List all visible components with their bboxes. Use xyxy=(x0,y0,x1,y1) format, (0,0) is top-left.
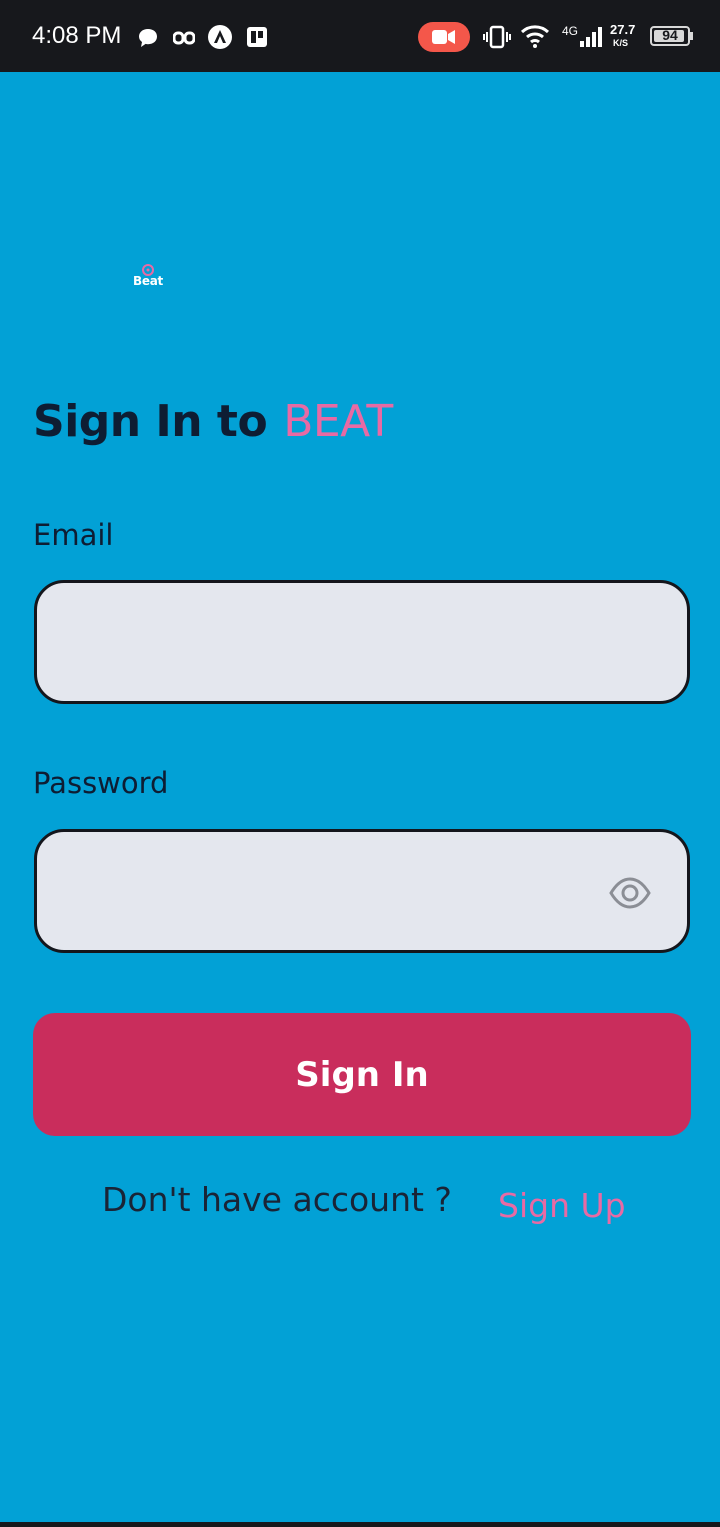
page-title: Sign In to BEAT xyxy=(33,396,393,447)
signal-icon xyxy=(578,26,604,52)
email-field[interactable] xyxy=(34,580,690,704)
email-label: Email xyxy=(33,518,114,552)
logo-text: Beat xyxy=(133,274,163,288)
signup-prompt: Don't have account ? Sign Up xyxy=(0,1180,720,1230)
signup-question: Don't have account ? xyxy=(102,1180,452,1219)
system-nav-bar xyxy=(0,1522,720,1527)
title-brand: BEAT xyxy=(283,396,393,447)
title-prefix: Sign In to xyxy=(33,396,268,447)
status-bar: 4:08 PM 4G 27.7 K/S 94 xyxy=(0,0,720,72)
net-speed-value: 27.7 xyxy=(610,22,636,37)
sign-up-link[interactable]: Sign Up xyxy=(498,1186,626,1225)
message-icon xyxy=(136,26,160,54)
app-logo: Beat xyxy=(130,264,166,288)
sign-in-button[interactable]: Sign In xyxy=(33,1013,691,1136)
link-icon xyxy=(172,30,196,50)
network-type: 4G xyxy=(562,24,579,38)
battery-icon: 94 xyxy=(650,26,690,46)
vibrate-icon xyxy=(482,24,512,54)
app-a-icon xyxy=(207,24,233,54)
wifi-icon xyxy=(520,23,550,53)
screen-record-icon xyxy=(418,22,470,52)
password-label: Password xyxy=(33,766,169,800)
password-field[interactable] xyxy=(34,829,690,953)
app-p-icon xyxy=(246,25,268,53)
show-password-icon[interactable] xyxy=(608,873,652,913)
net-speed-unit: K/S xyxy=(613,38,629,48)
battery-tip xyxy=(690,32,693,40)
battery-level: 94 xyxy=(662,27,678,43)
status-time: 4:08 PM xyxy=(32,22,122,49)
